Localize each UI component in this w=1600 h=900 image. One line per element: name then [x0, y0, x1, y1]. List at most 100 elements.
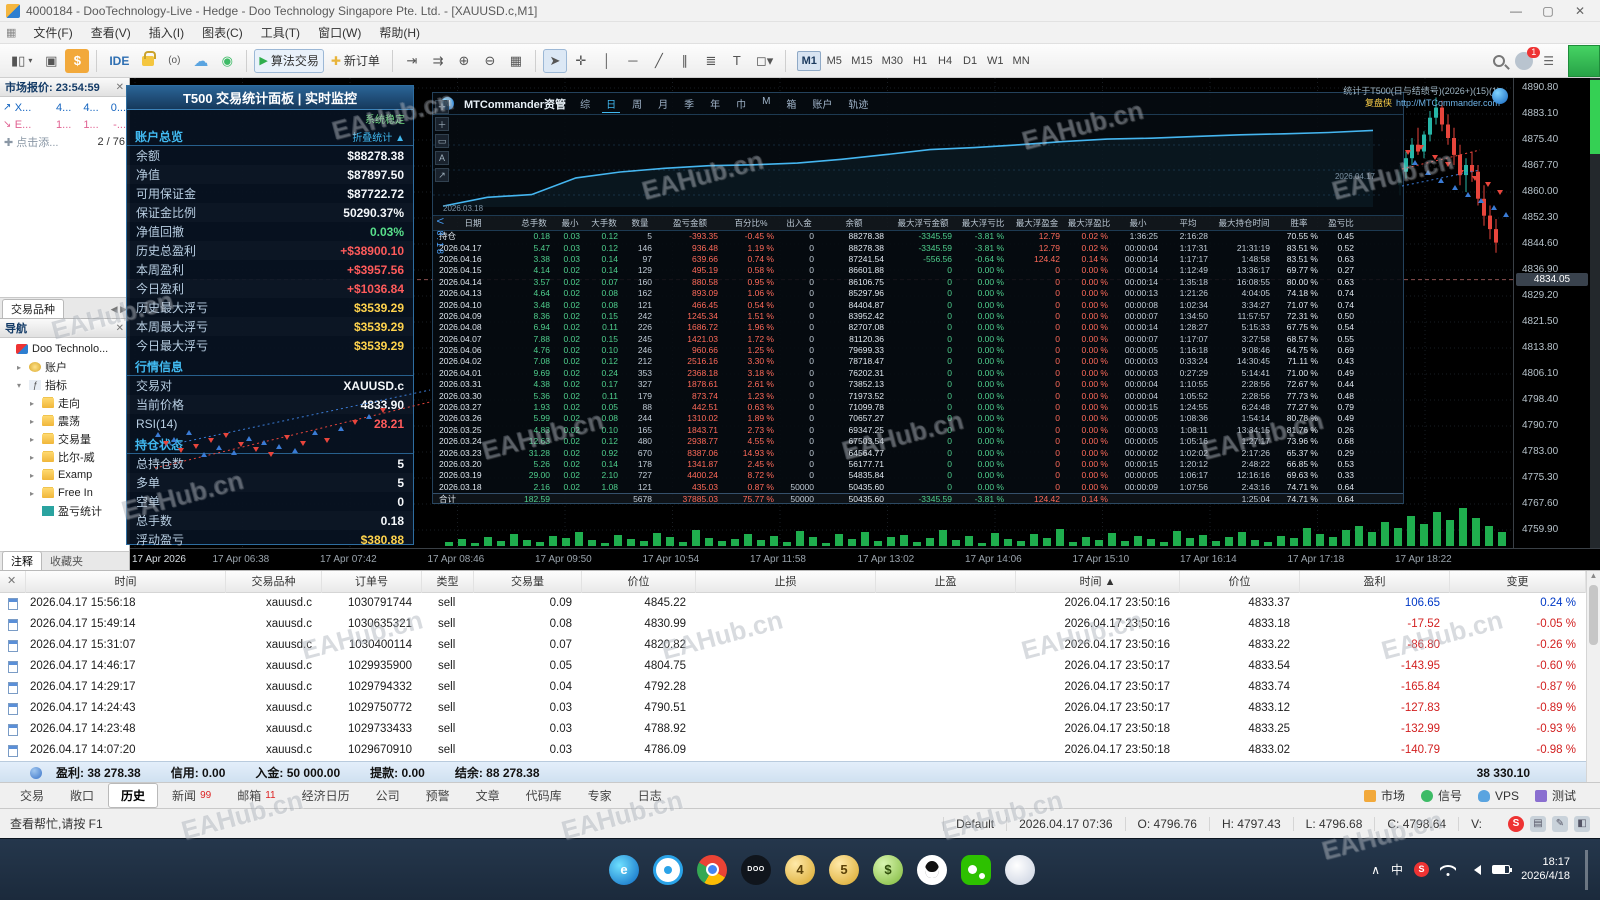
terminal-tab[interactable]: 日志 — [626, 783, 674, 808]
edge-icon[interactable]: e — [609, 854, 639, 885]
commander-row[interactable]: 2026.04.13 4.64 0.02 0.08 162 893.09 1.06 % 0 85… — [433, 288, 1403, 299]
tree-arrow-icon[interactable]: ▸ — [30, 489, 38, 498]
terminal-tab[interactable]: 敞口 — [58, 783, 106, 808]
commander-column-header[interactable]: 最小 — [555, 217, 585, 229]
market-watch-add-row[interactable]: ✚ 点击添... 2 / 76 — [0, 133, 129, 150]
commander-column-header[interactable]: 余额 — [819, 217, 889, 229]
green-panel-indicator[interactable] — [1568, 45, 1600, 77]
terminal-tab[interactable]: 新闻 99 — [160, 783, 223, 808]
commander-column-header[interactable]: 最大浮盈比 — [1065, 217, 1113, 229]
terminal-column-header[interactable]: 交易品种 — [226, 571, 322, 593]
grid-button[interactable]: ▦ — [504, 49, 528, 73]
terminal-close-button[interactable]: ✕ — [7, 574, 16, 587]
history-row[interactable]: 2026.04.17 15:49:14 xauusd.c 1030635321 sel… — [0, 614, 1600, 635]
tray-signal-app-icon[interactable]: S — [1414, 862, 1430, 877]
commander-column-header[interactable]: 最小 — [1113, 217, 1163, 229]
commander-column-header[interactable]: 最大浮盈金 — [1009, 217, 1065, 229]
terminal-tab-active[interactable]: 历史 — [108, 783, 159, 808]
collapse-toggle[interactable]: 折叠统计 ▲ — [352, 129, 405, 144]
chart-tool-box-icon[interactable]: ▭ — [435, 134, 449, 148]
timeframe-H1[interactable]: H1 — [908, 51, 932, 71]
media-app-icon[interactable] — [1005, 854, 1035, 885]
chart-tool-add-icon[interactable]: ＋ — [435, 117, 449, 131]
navigator-item[interactable]: ▸ 账户 — [0, 358, 129, 376]
panel-tab-vps[interactable]: VPS — [1477, 787, 1519, 804]
commander-menu-item[interactable]: 轨迹 — [844, 95, 872, 113]
commander-row[interactable]: 2026.03.30 5.36 0.02 0.11 179 873.74 1.23 % 0 71… — [433, 390, 1403, 401]
tree-arrow-icon[interactable]: ▸ — [30, 435, 38, 444]
text-tool-button[interactable]: T — [725, 49, 749, 73]
navigator-item[interactable]: ▸ 比尔-威 — [0, 448, 129, 466]
edit-icon[interactable]: ✎ — [1552, 815, 1568, 832]
commander-column-header[interactable]: 最大浮亏比 — [957, 217, 1009, 229]
volume-icon[interactable] — [1467, 864, 1482, 875]
ide-button[interactable]: IDE — [104, 49, 134, 73]
timeframe-M5[interactable]: M5 — [822, 51, 846, 71]
tree-arrow-icon[interactable]: ▾ — [17, 381, 25, 390]
terminal-tab[interactable]: 邮箱 11 — [225, 783, 287, 808]
commander-column-header[interactable]: 数量 — [623, 217, 657, 229]
terminal-tab[interactable]: 经济日历 — [290, 783, 362, 808]
commander-menu-item[interactable]: 箱 — [782, 95, 800, 113]
commander-menu-item[interactable]: 日 — [602, 95, 621, 113]
chart-levels-icon[interactable]: ☰ — [1543, 54, 1554, 68]
tray-chevron-icon[interactable]: ∧ — [1371, 863, 1380, 877]
commander-menu-item[interactable]: 季 — [680, 95, 698, 113]
tree-arrow-icon[interactable]: ▸ — [17, 363, 25, 372]
commander-column-header[interactable]: 最大浮亏金额 — [889, 217, 957, 229]
scroll-to-latest-icon[interactable] — [1492, 88, 1508, 104]
broadcast-button[interactable]: (o) — [162, 49, 186, 73]
commander-row[interactable]: 2026.04.02 7.08 0.02 0.12 212 2516.16 3.30 % 0 7… — [433, 356, 1403, 367]
trendline-tool-button[interactable]: ╱ — [647, 49, 671, 73]
history-row[interactable]: 2026.04.17 15:31:07 xauusd.c 1030400114 sel… — [0, 635, 1600, 656]
shift-chart-button[interactable]: ⇥ — [400, 49, 424, 73]
tree-arrow-icon[interactable]: ▸ — [30, 417, 38, 426]
commander-row[interactable]: 2026.03.18 2.16 0.02 1.08 121 435.03 0.87 % 500… — [433, 482, 1403, 493]
avatar[interactable]: 1 — [1515, 46, 1541, 70]
terminal-column-header[interactable]: 订单号 — [322, 571, 422, 593]
commander-column-header[interactable]: 百分比% — [723, 217, 779, 229]
terminal-column-header[interactable]: 交易量 — [474, 571, 582, 593]
terminal-tab[interactable]: 交易 — [8, 783, 56, 808]
navigator-item[interactable]: ▸ 震荡 — [0, 412, 129, 430]
commander-row[interactable]: 2026.04.15 4.14 0.02 0.14 129 495.19 0.58 % 0 86… — [433, 265, 1403, 276]
close-button[interactable]: ✕ — [1566, 4, 1594, 18]
new-order-button[interactable]: ✚ 新订单 — [326, 49, 385, 73]
terminal-column-header[interactable]: 类型 — [422, 571, 474, 593]
navigator-item[interactable]: ▸ 交易量 — [0, 430, 129, 448]
crosshair-tool-button[interactable]: ✛ — [569, 49, 593, 73]
timeframe-D1[interactable]: D1 — [958, 51, 982, 71]
navigator-item[interactable]: ▸ Free In — [0, 484, 129, 502]
mt5-app-icon[interactable]: 5 — [829, 854, 859, 885]
commander-column-header[interactable]: 日期 — [433, 217, 513, 229]
auto-scroll-button[interactable]: ⇉ — [426, 49, 450, 73]
commander-row[interactable]: 2026.04.14 3.57 0.02 0.07 160 880.58 0.95 % 0 86… — [433, 277, 1403, 288]
commander-row[interactable]: 2026.04.07 7.88 0.02 0.15 245 1421.03 1.72 % 0 8… — [433, 334, 1403, 345]
terminal-tab[interactable]: 文章 — [464, 783, 512, 808]
menu-item[interactable]: 图表(C) — [193, 22, 252, 43]
window-layout-button[interactable]: ▣ — [39, 49, 63, 73]
signal-logo-icon[interactable]: S — [1508, 815, 1524, 832]
tab-symbols[interactable]: 交易品种 — [2, 299, 64, 318]
commander-row[interactable]: 持仓 0.18 0.03 0.12 5 -393.35 -0.45 % 0 88278.38 -3… — [433, 231, 1403, 242]
navigator-item[interactable]: Doo Technolo... — [0, 340, 129, 358]
navigator-item[interactable]: 盈亏统计 — [0, 502, 129, 520]
market-watch-row[interactable]: ↘ E... 1... 1... -... — [0, 116, 129, 133]
terminal-column-header[interactable]: 盈利 — [1300, 571, 1450, 593]
show-desktop-button[interactable] — [1585, 849, 1588, 890]
commander-row[interactable]: 2026.04.01 9.69 0.02 0.24 353 2368.18 3.18 % 0 7… — [433, 368, 1403, 379]
commander-column-header[interactable]: 胜率 — [1275, 217, 1323, 229]
terminal-scrollbar[interactable]: ▲ — [1586, 571, 1600, 783]
commander-row[interactable]: 2026.03.27 1.93 0.02 0.05 88 442.51 0.63 % 0 710… — [433, 402, 1403, 413]
chart-type-button[interactable]: ▮▯ ▾ — [6, 49, 37, 73]
vertical-line-tool-button[interactable]: │ — [595, 49, 619, 73]
tree-arrow-icon[interactable]: ▸ — [30, 471, 38, 480]
timeframe-H4[interactable]: H4 — [933, 51, 957, 71]
commander-row[interactable]: 2026.03.31 4.38 0.02 0.17 327 1878.61 2.61 % 0 7… — [433, 379, 1403, 390]
horizontal-line-tool-button[interactable]: ─ — [621, 49, 645, 73]
minimize-button[interactable]: — — [1502, 4, 1530, 18]
search-icon[interactable] — [1493, 54, 1506, 67]
terminal-tab[interactable]: 专家 — [576, 783, 624, 808]
commander-menu-item[interactable]: 账户 — [808, 95, 836, 113]
commander-column-header[interactable]: 盈亏比 — [1323, 217, 1359, 229]
